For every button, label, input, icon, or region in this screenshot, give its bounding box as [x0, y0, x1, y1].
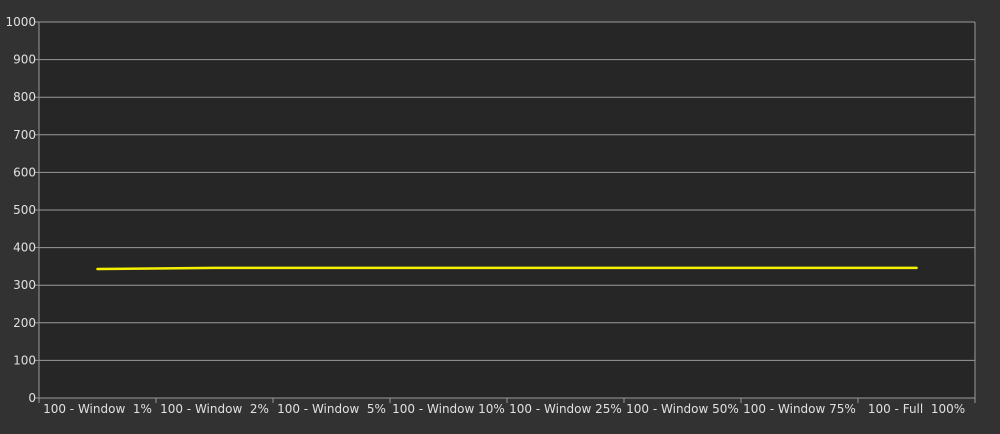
data-point — [564, 266, 567, 270]
y-tick-label: 400 — [13, 241, 36, 255]
x-tick-label: 100 - Window 2% — [160, 402, 269, 416]
y-tick-label: 100 — [13, 353, 36, 367]
x-tick-label: 100 - Window 1% — [43, 402, 152, 416]
series-line — [96, 266, 918, 271]
data-point — [798, 266, 801, 270]
y-tick-label: 1000 — [5, 15, 36, 29]
x-tick-label: 100 - Window 50% — [626, 402, 739, 416]
chart-container: 0 100 200 300 400 500 600 700 800 900 1000 100 - W… — [0, 0, 1000, 430]
y-tick-label: 500 — [13, 203, 36, 217]
y-tick-label: 900 — [13, 53, 36, 67]
y-tick-label: 600 — [13, 165, 36, 179]
y-axis: 0 100 200 300 400 500 600 700 800 900 1000 — [5, 15, 40, 405]
data-point — [96, 267, 99, 271]
y-tick-label: 700 — [13, 128, 36, 142]
x-tick-label: 100 - Full 100% — [868, 402, 965, 416]
data-point — [681, 266, 684, 270]
x-tick-label: 100 - Window 5% — [277, 402, 386, 416]
data-point — [447, 266, 450, 270]
x-tick-label: 100 - Window 75% — [743, 402, 856, 416]
y-tick-label: 300 — [13, 278, 36, 292]
x-tick-label: 100 - Window 10% — [392, 402, 505, 416]
data-point — [330, 266, 333, 270]
line-chart: 0 100 200 300 400 500 600 700 800 900 1000 100 - W… — [5, 15, 976, 416]
y-tick-label: 0 — [28, 391, 36, 405]
data-point — [915, 266, 918, 270]
x-axis: 100 - Window 1% 100 - Window 2% 100 - Wind… — [38, 398, 976, 416]
x-tick-label: 100 - Window 25% — [509, 402, 622, 416]
y-tick-label: 200 — [13, 316, 36, 330]
y-tick-label: 800 — [13, 90, 36, 104]
data-point — [213, 266, 216, 270]
